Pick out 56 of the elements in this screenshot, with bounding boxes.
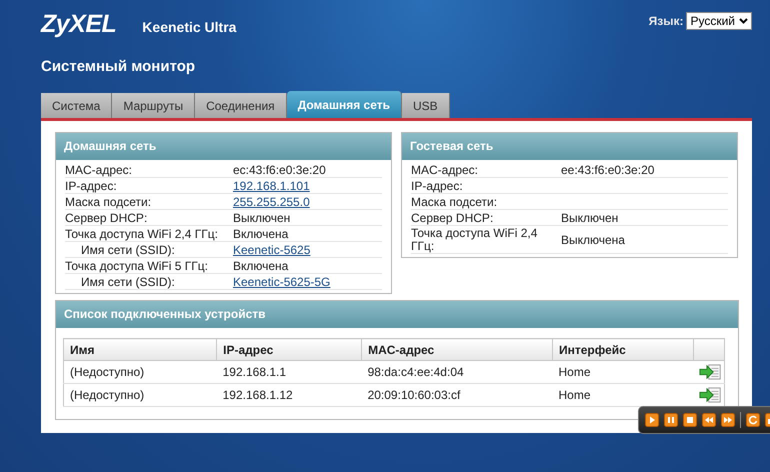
column-header: IP-адрес (216, 338, 362, 360)
field-label: Точка доступа WiFi 5 ГГц: (65, 260, 209, 272)
field-value: Выключена (561, 232, 625, 246)
table-cell: Home (552, 360, 694, 384)
field-label: IP-адрес: (65, 180, 118, 192)
tab[interactable]: Система (41, 93, 112, 118)
arrow-document-icon[interactable] (699, 364, 722, 380)
value-link[interactable]: 255.255.255.0 (233, 194, 310, 208)
table-cell: (Недоступно) (64, 360, 217, 384)
chevron-icon (739, 18, 748, 24)
table-cell: 192.168.1.1 (216, 360, 362, 384)
refresh-icon[interactable] (746, 413, 760, 427)
page-title: Системный монитор (41, 57, 196, 77)
table-cell: 98:da:c4:ee:4d:04 (362, 360, 552, 384)
panel-header: Список подключенных устройств (56, 301, 738, 328)
rew-icon[interactable] (702, 413, 716, 427)
field-label: Маска подсети: (411, 196, 498, 208)
field-label: Точка доступа WiFi 2,4 ГГц: (411, 227, 538, 253)
tab[interactable]: USB (402, 93, 450, 118)
model-name: Keenetic Ultra (142, 19, 236, 35)
field-label: Точка доступа WiFi 2,4 ГГц: (65, 228, 219, 240)
logo: ZyXEL (41, 10, 116, 39)
language-select[interactable]: Русский (686, 12, 752, 30)
field-value: ee:43:f6:e0:3e:20 (561, 162, 654, 176)
value-link[interactable]: 192.168.1.101 (233, 178, 310, 192)
language-label: Язык: (648, 14, 684, 28)
pause-icon[interactable] (664, 413, 678, 427)
field-value: Выключен (561, 210, 618, 224)
tab[interactable]: Соединения (195, 93, 287, 118)
field-value: ec:43:f6:e0:3e:20 (233, 162, 326, 176)
field-label: Маска подсети: (65, 196, 152, 208)
column-header: Интерфейс (552, 338, 694, 360)
table-cell: 20:09:10:60:03:cf (362, 384, 552, 406)
stop-icon[interactable] (683, 413, 697, 427)
panel-header: Гостевая сеть (402, 133, 737, 160)
column-header: Имя (64, 338, 217, 360)
value-link[interactable]: Keenetic-5625-5G (233, 274, 330, 288)
field-label: Сервер DHCP: (411, 212, 494, 224)
field-label: MAC-адрес: (65, 164, 134, 176)
column-header: MAC-адрес (362, 338, 552, 360)
field-value: Выключен (233, 210, 290, 224)
field-label: MAC-адрес: (411, 164, 480, 176)
tab[interactable]: Маршруты (112, 93, 196, 118)
field-label: Имя сети (SSID): (80, 276, 176, 288)
ff-icon[interactable] (721, 413, 735, 427)
panel-header: Домашняя сеть (56, 133, 391, 160)
field-value: Включена (233, 258, 288, 272)
value-link[interactable]: Keenetic-5625 (233, 242, 310, 256)
arrow-document-icon[interactable] (699, 387, 722, 403)
field-label: Имя сети (SSID): (80, 244, 176, 256)
field-value: Включена (233, 226, 288, 240)
field-label: Сервер DHCP: (65, 212, 148, 224)
table-cell: 192.168.1.12 (216, 384, 362, 406)
play-icon[interactable] (645, 413, 659, 427)
field-label: IP-адрес: (411, 180, 464, 192)
table-cell: (Недоступно) (64, 384, 217, 406)
